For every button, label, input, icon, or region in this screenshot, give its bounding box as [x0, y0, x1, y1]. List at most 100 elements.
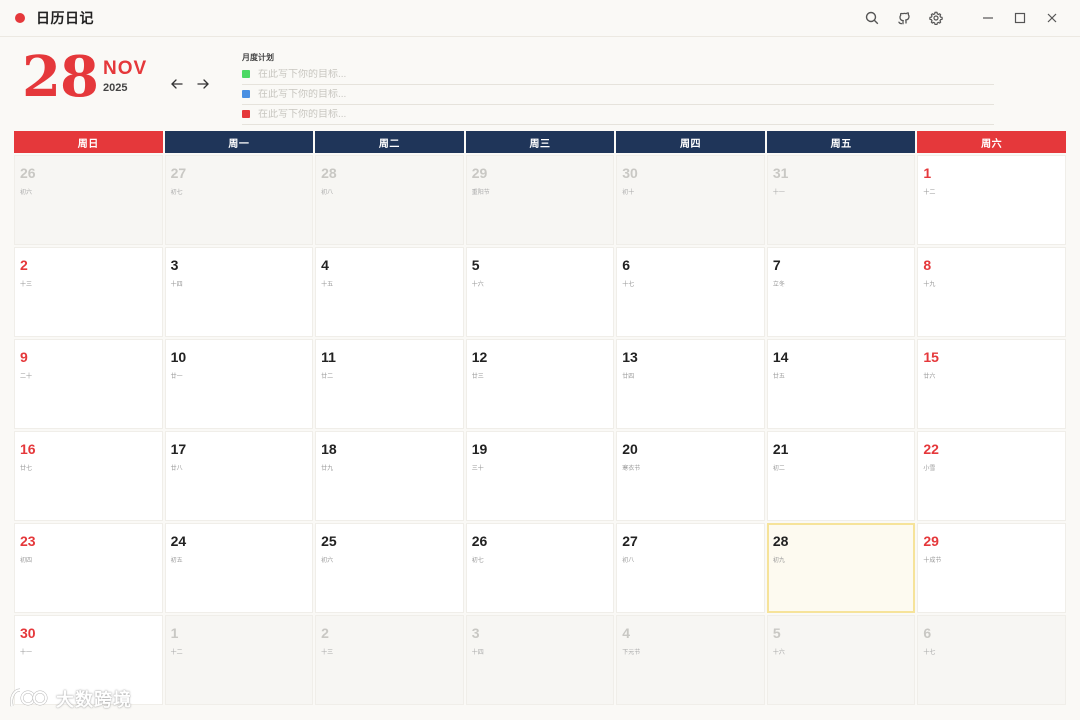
day-cell[interactable]: 29 十成节 — [917, 523, 1066, 613]
day-cell[interactable]: 7 立冬 — [766, 247, 916, 337]
day-cell[interactable]: 13 廿四 — [616, 339, 765, 429]
titlebar-actions — [856, 0, 1080, 36]
lunar-date: 寒衣节 — [622, 466, 641, 472]
next-month-button[interactable] — [194, 77, 212, 91]
day-cell[interactable]: 26 初六 — [14, 155, 163, 245]
day-cell[interactable]: 21 初二 — [766, 431, 916, 521]
goal-color-swatch — [242, 110, 250, 118]
day-cell[interactable]: 25 初六 — [315, 523, 464, 613]
day-cell[interactable]: 14 廿五 — [766, 339, 916, 429]
lunar-date: 廿七 — [20, 466, 33, 472]
day-number: 11 — [321, 349, 336, 365]
prev-month-button[interactable] — [168, 77, 186, 91]
maximize-icon[interactable] — [1004, 0, 1036, 36]
day-number: 22 — [923, 441, 939, 457]
day-number: 15 — [923, 349, 939, 365]
watermark: 大数跨境 — [8, 686, 132, 712]
day-number: 1 — [170, 625, 179, 641]
day-cell[interactable]: 22 小雪 — [917, 431, 1066, 521]
search-icon[interactable] — [856, 0, 888, 36]
day-cell[interactable]: 3 十四 — [164, 247, 314, 337]
day-number: 26 — [20, 165, 36, 181]
day-cell[interactable]: 6 十七 — [616, 247, 765, 337]
day-cell[interactable]: 28 初八 — [315, 155, 464, 245]
weekday-tue: 周二 — [315, 131, 464, 153]
github-icon[interactable] — [888, 0, 920, 36]
day-cell-today[interactable]: 28 初九 — [766, 523, 916, 613]
day-cell[interactable]: 3 十四 — [465, 615, 615, 705]
lunar-date: 十一 — [20, 650, 33, 656]
day-cell[interactable]: 1 十二 — [164, 615, 314, 705]
day-number: 27 — [170, 165, 187, 181]
day-cell[interactable]: 27 初八 — [616, 523, 765, 613]
day-cell[interactable]: 11 廿二 — [315, 339, 464, 429]
lunar-date: 初九 — [772, 558, 785, 564]
day-cell[interactable]: 30 初十 — [616, 155, 765, 245]
day-number: 6 — [923, 625, 932, 641]
weekday-mon: 周一 — [164, 131, 314, 153]
day-cell[interactable]: 19 三十 — [465, 431, 615, 521]
lunar-date: 十二 — [923, 190, 936, 196]
day-cell[interactable]: 16 廿七 — [14, 431, 163, 521]
day-cell[interactable]: 24 初五 — [164, 523, 314, 613]
lunar-date: 廿六 — [923, 374, 936, 380]
day-cell[interactable]: 1 十二 — [917, 155, 1066, 245]
day-number: 17 — [170, 441, 187, 457]
app-title: 日历日记 — [36, 10, 94, 26]
lunar-date: 立冬 — [772, 282, 785, 288]
lunar-date: 十四 — [170, 282, 183, 288]
close-icon[interactable] — [1036, 0, 1068, 36]
day-cell[interactable]: 23 初四 — [14, 523, 163, 613]
day-number: 26 — [471, 533, 488, 549]
day-cell[interactable]: 31 十一 — [766, 155, 916, 245]
lunar-date: 十七 — [923, 650, 936, 656]
title-bar: 日历日记 — [0, 0, 1080, 37]
day-cell[interactable]: 15 廿六 — [917, 339, 1066, 429]
goal-input-2[interactable] — [258, 88, 958, 100]
day-cell[interactable]: 10 廿一 — [164, 339, 314, 429]
lunar-date: 十九 — [923, 282, 936, 288]
day-number: 1 — [923, 165, 932, 181]
day-cell[interactable]: 12 廿三 — [465, 339, 615, 429]
watermark-text: 大数跨境 — [56, 690, 132, 710]
lunar-date: 三十 — [471, 466, 484, 472]
day-cell[interactable]: 27 初七 — [164, 155, 314, 245]
lunar-date: 二十 — [20, 374, 33, 380]
lunar-date: 廿一 — [170, 374, 183, 380]
lunar-date: 初六 — [321, 558, 334, 564]
minimize-icon[interactable] — [972, 0, 1004, 36]
day-cell[interactable]: 18 廿九 — [315, 431, 464, 521]
day-cell[interactable]: 20 寒衣节 — [616, 431, 765, 521]
gear-icon[interactable] — [920, 0, 952, 36]
weekday-sat: 周六 — [917, 131, 1066, 153]
arrow-right-icon — [197, 79, 209, 89]
day-number: 21 — [772, 441, 789, 457]
day-cell[interactable]: 26 初七 — [465, 523, 615, 613]
lunar-date: 初七 — [471, 558, 484, 564]
day-cell[interactable]: 9 二十 — [14, 339, 163, 429]
day-number: 12 — [471, 349, 488, 365]
lunar-date: 廿九 — [321, 466, 334, 472]
month-name: NOV — [103, 58, 148, 79]
goal-input-1[interactable] — [258, 68, 958, 80]
weekday-sun: 周日 — [14, 131, 163, 153]
lunar-date: 十四 — [471, 650, 484, 656]
goal-row — [242, 104, 994, 125]
lunar-date: 十一 — [772, 190, 785, 196]
goal-row — [242, 84, 994, 105]
day-cell[interactable]: 2 十三 — [315, 615, 464, 705]
day-cell[interactable]: 5 十六 — [766, 615, 916, 705]
day-cell[interactable]: 29 重阳节 — [465, 155, 615, 245]
day-number: 2 — [321, 625, 329, 641]
day-cell[interactable]: 4 十五 — [315, 247, 464, 337]
day-number: 2 — [20, 257, 28, 273]
day-cell[interactable]: 4 下元节 — [616, 615, 765, 705]
lunar-date: 廿三 — [471, 374, 484, 380]
goal-input-3[interactable] — [258, 108, 958, 120]
day-cell[interactable]: 5 十六 — [465, 247, 615, 337]
day-cell[interactable]: 8 十九 — [917, 247, 1066, 337]
day-cell[interactable]: 2 十三 — [14, 247, 163, 337]
day-cell[interactable]: 6 十七 — [917, 615, 1066, 705]
day-cell[interactable]: 17 廿八 — [164, 431, 314, 521]
lunar-date: 初七 — [170, 190, 183, 196]
